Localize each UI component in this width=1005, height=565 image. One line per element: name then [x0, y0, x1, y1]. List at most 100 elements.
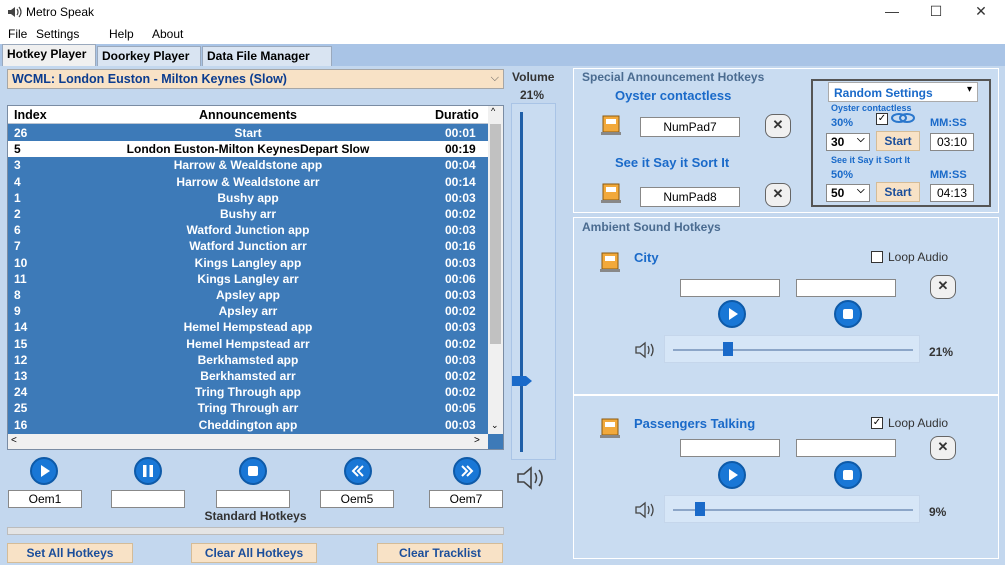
- progress-bar: [7, 527, 504, 535]
- table-row[interactable]: 26 Start 00:01: [8, 125, 488, 141]
- row-index: 25: [14, 401, 28, 416]
- scrollbar-thumb[interactable]: [490, 124, 501, 344]
- scroll-right-icon[interactable]: >: [474, 435, 480, 446]
- speaker-icon[interactable]: [515, 465, 551, 494]
- passengers-stop-button[interactable]: [834, 461, 862, 489]
- city-play-button[interactable]: [718, 300, 746, 328]
- city-volume-knob[interactable]: [723, 342, 734, 356]
- city-file-picker-icon[interactable]: [598, 250, 622, 274]
- table-row[interactable]: 25 Tring Through arr 00:05: [8, 400, 488, 416]
- scroll-down-icon[interactable]: ⌄: [491, 420, 499, 431]
- announcement-list[interactable]: Index Announcements Duratio 26 Start 00:01…: [7, 105, 504, 450]
- column-header-announcements[interactable]: Announcements: [68, 108, 428, 122]
- random-oyster-time-field[interactable]: 03:10: [930, 133, 974, 151]
- city-stop-hotkey-field[interactable]: [796, 279, 896, 297]
- table-row[interactable]: 1 Bushy app 00:03: [8, 190, 488, 206]
- row-duration: 00:03: [445, 320, 476, 335]
- see-it-clear-button[interactable]: ✕: [765, 183, 791, 207]
- clear-all-hotkeys-button[interactable]: Clear All Hotkeys: [191, 543, 317, 563]
- list-header: Index Announcements Duratio: [8, 106, 488, 124]
- oyster-file-picker-icon[interactable]: [599, 113, 623, 137]
- menu-settings[interactable]: Settings: [36, 27, 79, 41]
- table-row[interactable]: 14 Hemel Hempstead app 00:03: [8, 319, 488, 335]
- tab-hotkey-player[interactable]: Hotkey Player: [2, 44, 96, 66]
- stop-button[interactable]: [239, 457, 267, 485]
- minimize-button[interactable]: —: [870, 0, 914, 24]
- passengers-play-hotkey-field[interactable]: [680, 439, 780, 457]
- passengers-loop-checkbox[interactable]: ✓: [871, 417, 883, 429]
- table-row[interactable]: 3 Harrow & Wealdstone app 00:04: [8, 157, 488, 173]
- play-button[interactable]: [30, 457, 58, 485]
- random-settings-dropdown[interactable]: Random Settings ▾: [828, 82, 978, 102]
- scroll-left-icon[interactable]: <: [11, 435, 17, 446]
- random-see-it-time-field[interactable]: 04:13: [930, 184, 974, 202]
- random-see-it-start-button[interactable]: Start: [876, 182, 920, 202]
- see-it-file-picker-icon[interactable]: [599, 181, 623, 205]
- menu-file[interactable]: File: [8, 27, 27, 41]
- city-clear-button[interactable]: ✕: [930, 275, 956, 299]
- table-row[interactable]: 15 Hemel Hempstead arr 00:02: [8, 336, 488, 352]
- table-row[interactable]: 5 London Euston-Milton KeynesDepart Slow 0…: [8, 141, 488, 158]
- clear-tracklist-button[interactable]: Clear Tracklist: [377, 543, 503, 563]
- city-volume-slider[interactable]: [664, 335, 920, 363]
- row-index: 12: [14, 352, 28, 367]
- previous-button[interactable]: [344, 457, 372, 485]
- ambient-sound-title: Ambient Sound Hotkeys: [582, 220, 721, 234]
- oyster-clear-button[interactable]: ✕: [765, 114, 791, 138]
- table-row[interactable]: 9 Apsley arr 00:02: [8, 303, 488, 319]
- column-header-duration[interactable]: Duratio: [435, 108, 479, 122]
- passengers-volume-slider[interactable]: [664, 495, 920, 523]
- stop-hotkey-field[interactable]: [216, 490, 290, 508]
- playlist-dropdown[interactable]: WCML: London Euston - Milton Keynes (Slo…: [7, 69, 504, 89]
- oyster-hotkey-field[interactable]: NumPad7: [640, 117, 740, 137]
- city-play-hotkey-field[interactable]: [680, 279, 780, 297]
- random-see-it-percent-select[interactable]: 50 ⌵: [826, 184, 870, 202]
- table-row[interactable]: 10 Kings Langley app 00:03: [8, 255, 488, 271]
- maximize-button[interactable]: ☐: [914, 0, 958, 24]
- passengers-volume-knob[interactable]: [694, 502, 705, 516]
- scroll-up-icon[interactable]: ^: [491, 106, 495, 116]
- table-row[interactable]: 2 Bushy arr 00:02: [8, 206, 488, 222]
- table-row[interactable]: 8 Apsley app 00:03: [8, 287, 488, 303]
- table-row[interactable]: 7 Watford Junction arr 00:16: [8, 238, 488, 254]
- table-row[interactable]: 11 Kings Langley arr 00:06: [8, 271, 488, 287]
- master-volume-slider[interactable]: [511, 103, 556, 460]
- volume-track: [520, 112, 523, 452]
- see-it-hotkey-field[interactable]: NumPad8: [640, 187, 740, 207]
- close-button[interactable]: ✕: [959, 0, 1003, 24]
- table-row[interactable]: 13 Berkhamsted arr 00:02: [8, 368, 488, 384]
- tab-doorkey-player[interactable]: Doorkey Player: [97, 46, 201, 66]
- city-loop-checkbox[interactable]: [871, 251, 883, 263]
- table-row[interactable]: 12 Berkhamsted app 00:03: [8, 352, 488, 368]
- next-button[interactable]: [453, 457, 481, 485]
- menu-help[interactable]: Help: [109, 27, 134, 41]
- table-row[interactable]: 16 Cheddington app 00:03: [8, 417, 488, 433]
- passengers-file-picker-icon[interactable]: [598, 416, 622, 440]
- city-stop-button[interactable]: [834, 300, 862, 328]
- tab-data-file-manager[interactable]: Data File Manager: [202, 46, 332, 66]
- passengers-play-button[interactable]: [718, 461, 746, 489]
- previous-hotkey-field[interactable]: Oem5: [320, 490, 394, 508]
- pause-hotkey-field[interactable]: [111, 490, 185, 508]
- column-header-index[interactable]: Index: [14, 108, 47, 122]
- random-oyster-checkbox[interactable]: ✓: [876, 113, 888, 125]
- pause-button[interactable]: [134, 457, 162, 485]
- menu-about[interactable]: About: [152, 27, 183, 41]
- list-vertical-scrollbar[interactable]: ^ ⌄: [488, 106, 503, 434]
- play-hotkey-field[interactable]: Oem1: [8, 490, 82, 508]
- random-oyster-start-button[interactable]: Start: [876, 131, 920, 151]
- volume-knob[interactable]: [512, 375, 534, 387]
- next-hotkey-field[interactable]: Oem7: [429, 490, 503, 508]
- table-row[interactable]: 6 Watford Junction app 00:03: [8, 222, 488, 238]
- passengers-clear-button[interactable]: ✕: [930, 436, 956, 460]
- set-all-hotkeys-button[interactable]: Set All Hotkeys: [7, 543, 133, 563]
- passengers-stop-hotkey-field[interactable]: [796, 439, 896, 457]
- list-horizontal-scrollbar[interactable]: < >: [8, 434, 488, 449]
- table-row[interactable]: 4 Harrow & Wealdstone arr 00:14: [8, 174, 488, 190]
- row-index: 3: [14, 158, 21, 173]
- random-oyster-percent-select[interactable]: 30 ⌵: [826, 133, 870, 151]
- oyster-label: Oyster contactless: [615, 88, 732, 103]
- row-duration: 00:16: [445, 239, 476, 254]
- stop-icon: [843, 470, 853, 480]
- table-row[interactable]: 24 Tring Through app 00:02: [8, 384, 488, 400]
